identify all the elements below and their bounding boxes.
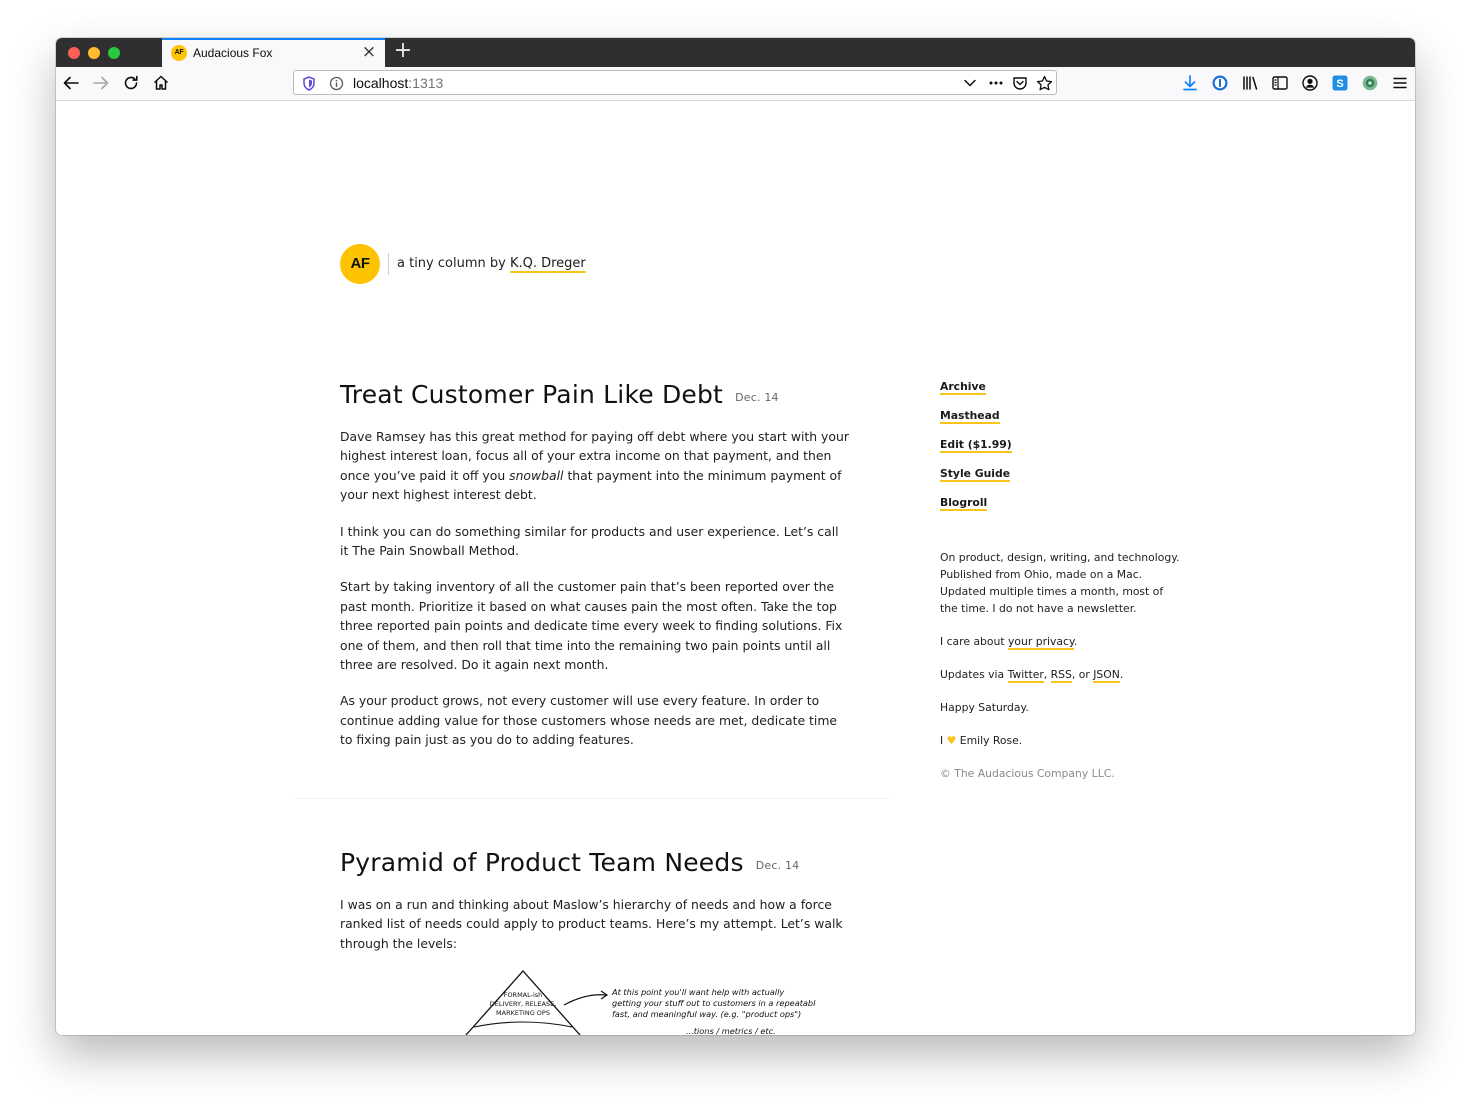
updates-prefix: Updates via	[940, 668, 1008, 681]
privacy-line: I care about your privacy.	[940, 633, 1180, 650]
forward-icon[interactable]	[88, 71, 114, 95]
reload-icon[interactable]	[118, 71, 144, 95]
sidebar-link-blogroll[interactable]: Blogroll	[940, 496, 988, 511]
post-body: I was on a run and thinking about Maslow…	[340, 895, 850, 970]
author-link[interactable]: K.Q. Dreger	[509, 256, 586, 273]
url-host: localhost	[353, 75, 409, 91]
updates-separator: ,	[1043, 668, 1051, 681]
sketch-note: ...tions / metrics / etc.	[686, 1026, 776, 1035]
sidebar-link-style-guide[interactable]: Style Guide	[940, 467, 1011, 482]
logo-divider	[388, 253, 389, 275]
url-bar[interactable]: localhost:1313	[293, 70, 1057, 95]
sidebar-toggle-icon[interactable]	[1267, 71, 1293, 95]
love-line: I ♥ Emily Rose.	[940, 732, 1180, 749]
pyramid-sketch-image: FORMAL-ish DELIVERY, RELEASE, MARKETING OP…	[465, 970, 816, 1035]
love-prefix: I	[940, 734, 947, 747]
rss-link[interactable]: RSS	[1050, 668, 1072, 683]
sketch-note: getting your stuff out to customers in a…	[612, 998, 816, 1008]
privacy-link[interactable]: your privacy	[1008, 635, 1074, 650]
about-text: On product, design, writing, and technol…	[940, 551, 1180, 615]
heart-icon: ♥	[946, 734, 957, 747]
browser-window: AF Audacious Fox × + localhost:1313 S AF…	[56, 38, 1415, 1035]
hamburger-menu-icon[interactable]	[1387, 71, 1413, 95]
sidebar-about: On product, design, writing, and technol…	[940, 549, 1180, 782]
privacy-suffix: .	[1073, 635, 1078, 648]
page-actions-more-icon[interactable]	[987, 74, 1005, 92]
post-separator	[294, 798, 890, 799]
sidebar-link-archive[interactable]: Archive	[940, 380, 986, 395]
sidebar: Archive Masthead Edit ($1.99) Style Guid…	[940, 380, 1180, 798]
url-port: :1313	[408, 75, 444, 91]
extension-green-icon[interactable]	[1357, 71, 1383, 95]
post-body: Dave Ramsey has this great method for pa…	[340, 427, 850, 767]
home-icon[interactable]	[148, 71, 174, 95]
post-paragraph: I was on a run and thinking about Maslow…	[340, 897, 843, 951]
library-icon[interactable]	[1237, 71, 1263, 95]
sidebar-link-masthead[interactable]: Masthead	[940, 409, 1000, 424]
pocket-icon[interactable]	[1011, 74, 1029, 92]
tab-strip: AF Audacious Fox × +	[56, 38, 1415, 67]
tracking-protection-shield-icon[interactable]	[300, 74, 318, 92]
sidebar-nav: Archive Masthead Edit ($1.99) Style Guid…	[940, 380, 1180, 511]
extension-s-icon[interactable]: S	[1327, 71, 1353, 95]
post-title-text[interactable]: Treat Customer Pain Like Debt	[340, 380, 723, 409]
close-window-button[interactable]	[68, 47, 80, 59]
updates-suffix: .	[1119, 668, 1124, 681]
privacy-prefix: I care about	[940, 635, 1009, 648]
updates-line: Updates via Twitter, RSS, or JSON.	[940, 666, 1180, 683]
greeting-text: Happy Saturday.	[940, 701, 1029, 714]
close-tab-icon[interactable]: ×	[360, 43, 378, 61]
sketch-note: fast, and meaningful way. (e.g. "product…	[612, 1009, 801, 1019]
page-content: AF a tiny column by K.Q. Dreger Treat Cu…	[56, 101, 1415, 1035]
love-name: Emily Rose.	[956, 734, 1023, 747]
sidebar-link-edit[interactable]: Edit ($1.99)	[940, 438, 1012, 453]
url-dropdown-chevron-icon[interactable]	[961, 74, 979, 92]
post-date: Dec. 14	[735, 391, 779, 404]
post-title-text[interactable]: Pyramid of Product Team Needs	[340, 848, 744, 877]
post-title[interactable]: Pyramid of Product Team Needs Dec. 14	[340, 848, 799, 877]
password-manager-icon[interactable]	[1207, 71, 1233, 95]
post-paragraph: I think you can do something similar for…	[340, 523, 839, 559]
site-tagline: a tiny column by K.Q. Dreger	[397, 256, 586, 273]
tab-title: Audacious Fox	[193, 46, 273, 60]
sketch-note: At this point you'll want help with actu…	[611, 987, 784, 997]
updates-separator: , or	[1071, 668, 1094, 681]
copyright-text: © The Audacious Company LLC.	[940, 767, 1115, 780]
zoom-window-button[interactable]	[108, 47, 120, 59]
post-date: Dec. 14	[755, 859, 800, 872]
site-info-icon[interactable]	[327, 74, 345, 92]
new-tab-button[interactable]: +	[392, 40, 414, 62]
post-title[interactable]: Treat Customer Pain Like Debt Dec. 14	[340, 380, 779, 409]
json-link[interactable]: JSON	[1093, 668, 1120, 683]
downloads-icon[interactable]	[1177, 71, 1203, 95]
url-text[interactable]: localhost:1313	[353, 75, 443, 91]
nav-toolbar: localhost:1313 S	[56, 67, 1415, 101]
tab-audacious-fox[interactable]: AF Audacious Fox ×	[162, 38, 385, 67]
post-paragraph: Start by taking inventory of all the cus…	[340, 579, 843, 673]
twitter-link[interactable]: Twitter	[1007, 668, 1044, 683]
emphasis-text: snowball	[509, 467, 564, 483]
tagline-text: a tiny column by	[397, 256, 510, 271]
sketch-top-label: FORMAL-ish DELIVERY, RELEASE, MARKETING OP…	[490, 991, 557, 1017]
svg-text:S: S	[1336, 78, 1343, 90]
post-paragraph: Dave Ramsey has this great method for pa…	[340, 427, 850, 505]
favicon-icon: AF	[171, 45, 187, 61]
account-icon[interactable]	[1297, 71, 1323, 95]
bookmark-star-icon[interactable]	[1035, 74, 1053, 92]
post-paragraph: As your product grows, not every custome…	[340, 693, 838, 748]
site-logo[interactable]: AF	[340, 244, 380, 284]
back-icon[interactable]	[58, 71, 84, 95]
minimize-window-button[interactable]	[88, 47, 100, 59]
